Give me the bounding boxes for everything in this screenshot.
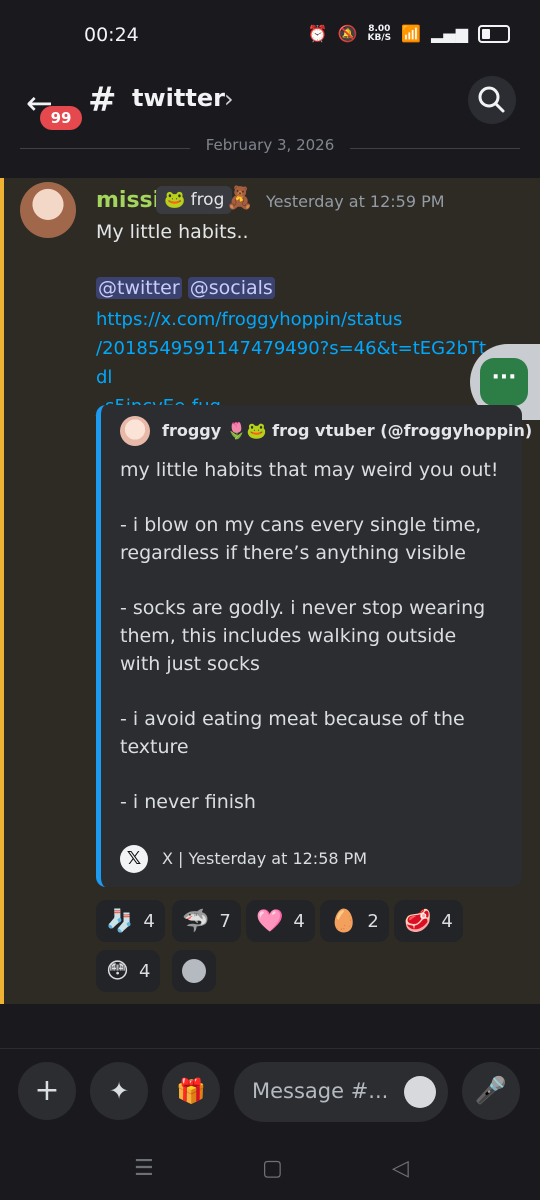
- message-placeholder: Message #...: [252, 1079, 389, 1103]
- network-speed: 8.00 KB/S: [367, 24, 392, 43]
- message-link[interactable]: https://x.com/froggyhoppin/status /20185…: [96, 305, 496, 421]
- microphone-icon: 🎤: [474, 1076, 508, 1106]
- x-logo-icon: 𝕏: [120, 845, 148, 873]
- reaction-count: 7: [219, 910, 231, 932]
- link-line-1[interactable]: https://x.com/froggyhoppin/status: [96, 305, 496, 334]
- home-icon[interactable]: ▢: [262, 1156, 283, 1181]
- back-icon[interactable]: ◁: [392, 1156, 409, 1181]
- reaction-count: 4: [441, 910, 453, 932]
- embed-author-avatar[interactable]: [120, 416, 150, 446]
- reaction-heart[interactable]: 🩷 4: [246, 900, 315, 942]
- reaction-count: 4: [143, 910, 155, 932]
- reaction-emoji: 🧦: [106, 908, 134, 934]
- reaction-what[interactable]: 😳 4: [96, 950, 161, 992]
- frog-icon: 🐸: [164, 190, 191, 210]
- status-bar: 00:24 ⏰ 🔕 8.00 KB/S 📶 ▂▄▆: [0, 0, 540, 72]
- embed-paragraph: - i blow on my cans every single time, r…: [120, 514, 482, 564]
- reaction-socks[interactable]: 🧦 4: [96, 900, 165, 942]
- date-divider: February 3, 2026: [205, 136, 335, 154]
- recents-icon[interactable]: ☰: [134, 1156, 154, 1181]
- gift-button[interactable]: 🎁: [162, 1062, 220, 1120]
- speed-unit: KB/S: [367, 32, 392, 43]
- emoji-picker-icon[interactable]: [404, 1076, 436, 1108]
- message-timestamp: Yesterday at 12:59 PM: [266, 192, 445, 211]
- reaction-count: 4: [293, 910, 305, 932]
- reaction-egg[interactable]: 🥚 2: [320, 900, 389, 942]
- reaction-emoji: 🥚: [330, 908, 358, 934]
- role-icon: 🧸: [226, 186, 254, 211]
- reaction-meat[interactable]: 🥩 4: [394, 900, 463, 942]
- alarm-icon: ⏰: [307, 24, 328, 43]
- battery-icon: [478, 24, 510, 43]
- search-button[interactable]: [468, 76, 516, 124]
- embed-description: my little habits that may weird you out!…: [120, 456, 500, 843]
- chevron-right-icon[interactable]: ›: [224, 85, 234, 113]
- reaction-count: 4: [138, 960, 151, 982]
- more-options-button[interactable]: ···: [480, 358, 528, 406]
- add-attachment-button[interactable]: +: [18, 1062, 76, 1120]
- reaction-shark[interactable]: 🦈 7: [172, 900, 241, 942]
- mute-icon: 🔕: [337, 24, 358, 43]
- hash-icon: #: [88, 80, 117, 120]
- apps-icon: ✦: [108, 1077, 130, 1105]
- status-icons: ⏰ 🔕 8.00 KB/S 📶 ▂▄▆: [308, 24, 510, 43]
- unread-badge: 99: [40, 106, 82, 130]
- reaction-count: 2: [367, 910, 379, 932]
- embed-footer: X | Yesterday at 12:58 PM: [162, 849, 368, 868]
- reaction-emoji: 🩷: [256, 908, 284, 934]
- username[interactable]: missi: [96, 188, 160, 213]
- embed-author[interactable]: froggy 🌷🐸 frog vtuber (@froggyhoppin): [162, 421, 532, 440]
- channel-name[interactable]: twitter: [132, 84, 225, 112]
- reaction-emoji: 🦈: [182, 908, 210, 934]
- avatar[interactable]: [20, 182, 76, 238]
- mention-twitter[interactable]: @twitter: [96, 277, 182, 299]
- embed-paragraph: my little habits that may weird you out!: [120, 459, 499, 481]
- add-reaction-button[interactable]: [172, 950, 216, 992]
- wifi-icon: 📶: [401, 24, 422, 43]
- reaction-emoji: 😳: [106, 958, 129, 984]
- mentions-line: @twitter @socials: [96, 274, 275, 302]
- gift-icon: 🎁: [176, 1077, 206, 1105]
- signal-icon: ▂▄▆: [431, 24, 468, 43]
- apps-button[interactable]: ✦: [90, 1062, 148, 1120]
- link-line-2[interactable]: /2018549591147479490?s=46&t=tEG2bTtdl: [96, 334, 496, 392]
- embed-paragraph: - i never finish: [120, 791, 256, 813]
- embed-paragraph: - i avoid eating meat because of the tex…: [120, 708, 465, 758]
- status-time: 00:24: [84, 24, 139, 46]
- search-icon: [478, 86, 505, 113]
- add-reaction-icon: [182, 959, 206, 983]
- message-body: My little habits.. @twitter @socials: [96, 218, 275, 302]
- voice-message-button[interactable]: 🎤: [462, 1062, 520, 1120]
- message-text: My little habits..: [96, 221, 249, 243]
- reaction-emoji: 🥩: [404, 908, 432, 934]
- plus-icon: +: [34, 1073, 60, 1108]
- server-tag: 🐸 frog: [156, 186, 233, 214]
- embed-paragraph: - socks are godly. i never stop wearing …: [120, 597, 486, 675]
- mention-socials[interactable]: @socials: [187, 277, 275, 299]
- server-tag-label: frog: [190, 190, 225, 210]
